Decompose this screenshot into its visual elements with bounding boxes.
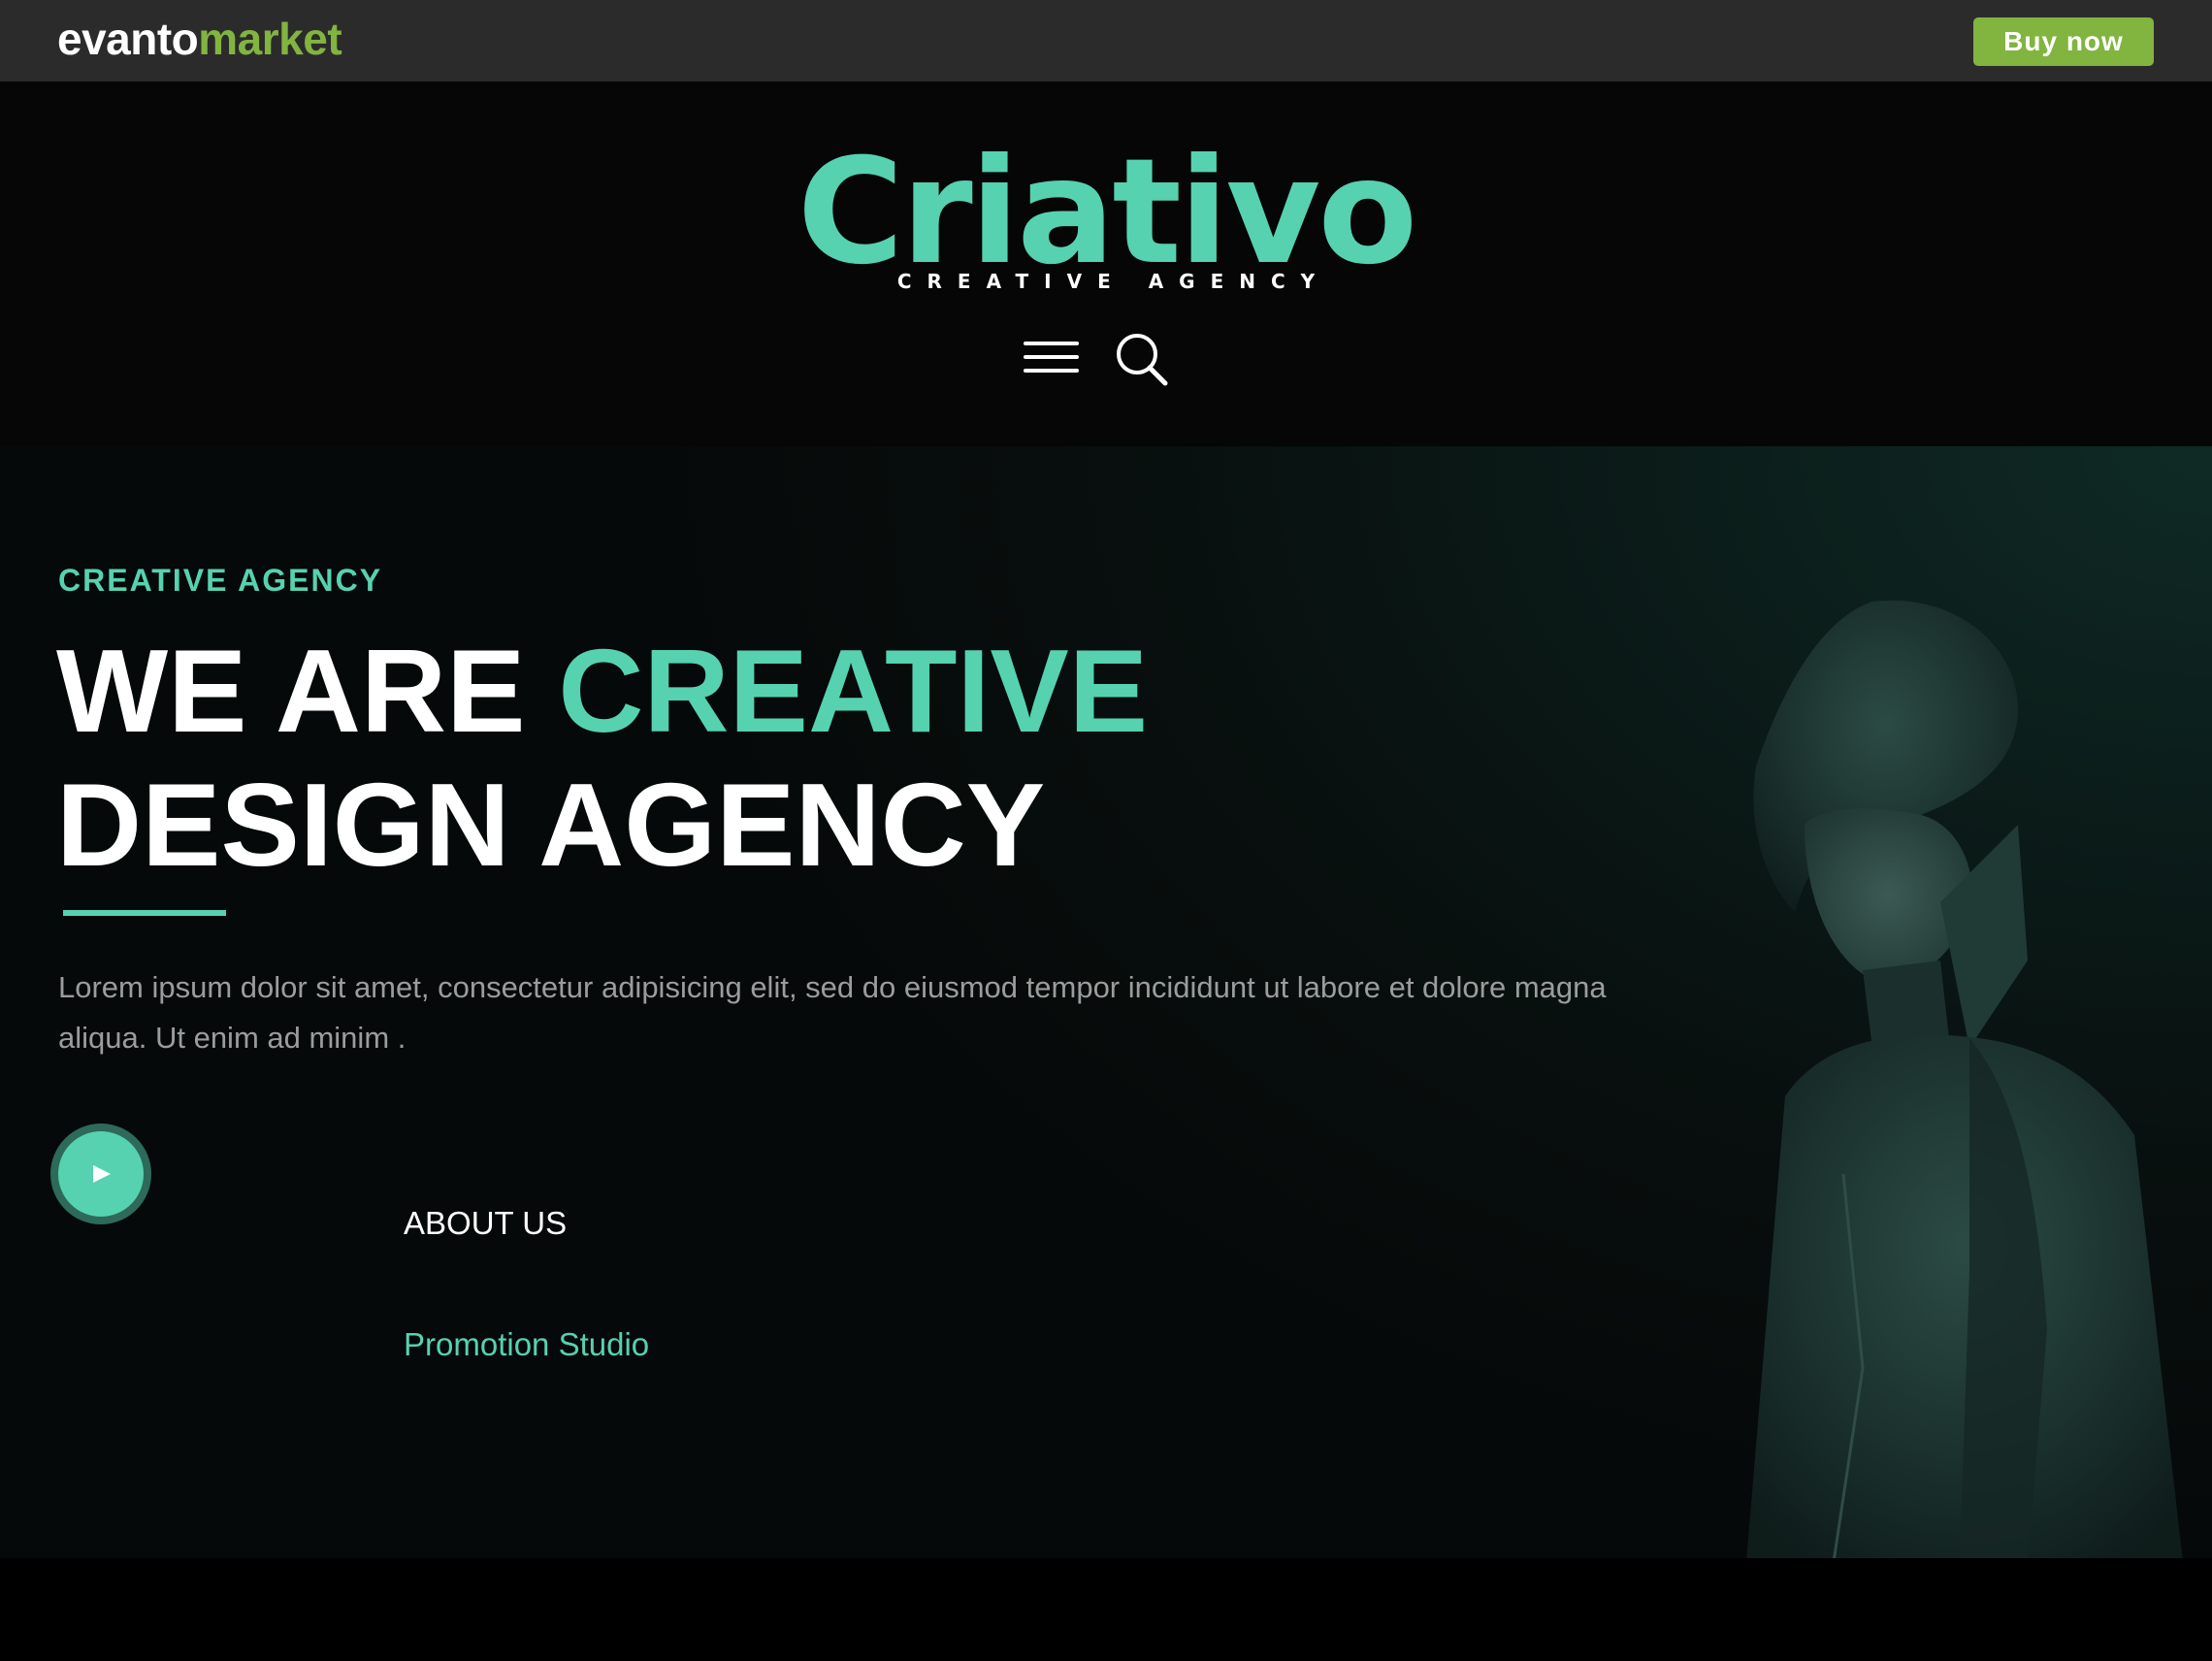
page-bottom-strip bbox=[0, 1558, 2212, 1661]
search-icon[interactable] bbox=[1113, 330, 1171, 388]
marketplace-logo[interactable]: evantomarket bbox=[57, 12, 342, 66]
headline-line-2: DESIGN AGENCY bbox=[56, 759, 1046, 891]
headline-divider bbox=[63, 910, 226, 916]
play-icon bbox=[93, 1165, 111, 1183]
hamburger-menu-icon[interactable] bbox=[1024, 340, 1079, 375]
promotion-studio-link[interactable]: Promotion Studio bbox=[404, 1326, 649, 1363]
buy-now-button[interactable]: Buy now bbox=[1973, 17, 2154, 66]
hero-eyebrow: CREATIVE AGENCY bbox=[58, 563, 383, 598]
marketplace-logo-part2: market bbox=[198, 14, 342, 64]
hero-section: CREATIVE AGENCY WE ARE CREATIVE DESIGN A… bbox=[0, 446, 2212, 1558]
hero-portrait-image bbox=[1746, 600, 2183, 1558]
site-header: Criativo CREATIVE AGENCY bbox=[0, 81, 2212, 446]
headline-text-accent: CREATIVE bbox=[558, 625, 1149, 757]
headline-text-white: WE ARE bbox=[56, 625, 559, 757]
site-tagline: CREATIVE AGENCY bbox=[896, 270, 1331, 293]
marketplace-bar: evantomarket Buy now bbox=[0, 0, 2212, 81]
about-us-link[interactable]: ABOUT US bbox=[404, 1205, 567, 1242]
play-video-button[interactable] bbox=[50, 1124, 151, 1224]
hero-headline: WE ARE CREATIVE DESIGN AGENCY bbox=[56, 624, 1148, 892]
marketplace-logo-part1: evanto bbox=[57, 14, 199, 64]
hero-description: Lorem ipsum dolor sit amet, consectetur … bbox=[58, 970, 1607, 1055]
